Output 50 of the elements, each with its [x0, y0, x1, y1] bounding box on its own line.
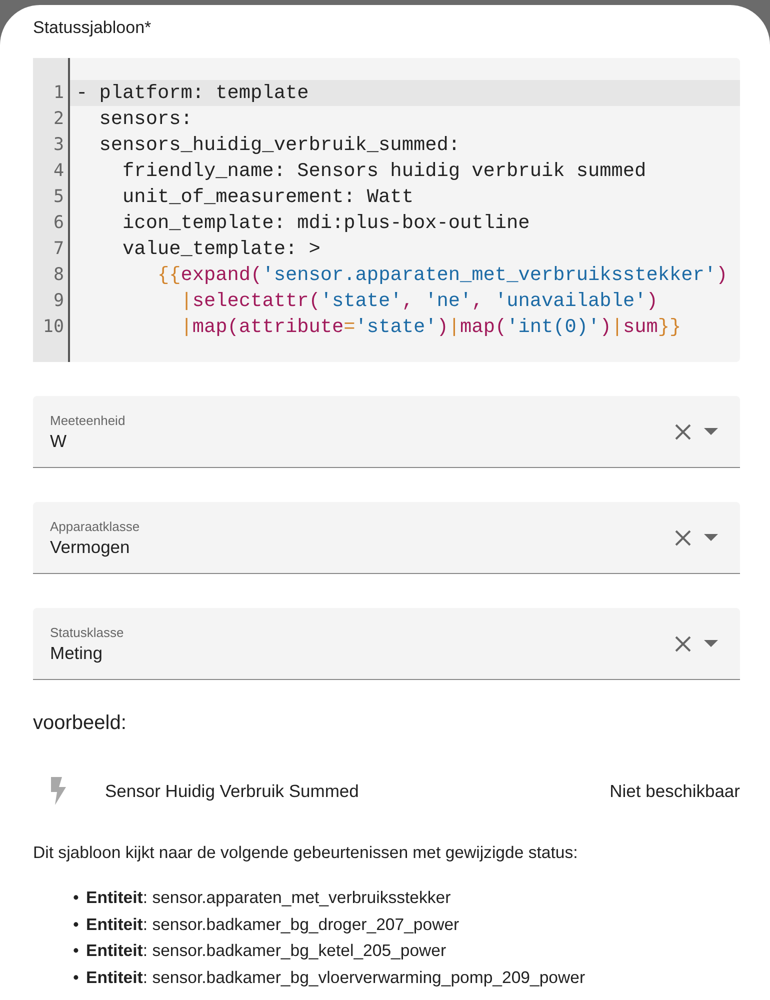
field-label: Meeteenheid	[50, 413, 126, 428]
bullet: •	[73, 940, 80, 962]
clear-icon[interactable]	[674, 634, 692, 652]
line-number: 10	[42, 316, 65, 339]
field-value: W	[50, 431, 67, 452]
field-label: Apparaatklasse	[50, 519, 140, 534]
lightning-icon	[51, 777, 67, 805]
line-number: 5	[52, 186, 65, 209]
preview-heading: voorbeeld:	[33, 712, 126, 735]
clear-icon[interactable]	[674, 528, 692, 546]
code-line: value_template: >	[122, 237, 320, 262]
select-field[interactable]: Statusklasse Meting	[33, 608, 740, 680]
field-value: Vermogen	[50, 537, 130, 558]
code-line: friendly_name: Sensors huidig verbruik summed	[122, 159, 646, 184]
bullet: •	[73, 914, 80, 936]
line-number: 1	[52, 82, 65, 105]
line-number: 2	[52, 108, 65, 131]
code-line: icon_template: mdi:plus-box-outline	[122, 211, 530, 236]
field-title: Statussjabloon*	[33, 18, 152, 38]
line-number: 8	[52, 264, 65, 287]
entity-listener: Entiteit: sensor.badkamer_bg_vloerverwarming_pomp_209_power	[86, 966, 586, 988]
line-number: 3	[52, 134, 65, 157]
caret-icon[interactable]	[704, 534, 718, 541]
bullet: •	[73, 966, 80, 988]
clear-icon[interactable]	[674, 422, 692, 440]
code-line: sensors_huidig_verbruik_summed:	[98, 133, 460, 158]
field-label: Statusklasse	[50, 625, 124, 640]
line-number: 9	[52, 290, 65, 313]
code-editor[interactable]	[33, 58, 740, 362]
code-line: {{expand('sensor.apparaten_met_verbruiksstekker')	[156, 263, 728, 288]
line-number: 4	[52, 160, 65, 183]
select-field[interactable]: Meeteenheid W	[33, 396, 740, 468]
listeners-intro: Dit sjabloon kijkt naar de volgende gebeurtenissen met gewijzigde status:	[33, 843, 578, 863]
caret-icon[interactable]	[704, 640, 718, 647]
caret-icon[interactable]	[704, 428, 718, 435]
code-line: |selectattr('state', 'ne', 'unavailable')	[180, 289, 658, 314]
bullet: •	[73, 887, 80, 909]
entity-name: Sensor Huidig Verbruik Summed	[105, 780, 360, 802]
entity-state: Niet beschikbaar	[610, 780, 740, 802]
line-number: 6	[52, 212, 65, 235]
code-line: unit_of_measurement: Watt	[122, 185, 414, 210]
select-field[interactable]: Apparaatklasse Vermogen	[33, 502, 740, 574]
code-line: - platform: template	[76, 81, 309, 106]
line-number: 7	[52, 238, 65, 261]
entity-listener: Entiteit: sensor.badkamer_bg_droger_207_power	[86, 914, 460, 936]
field-value: Meting	[50, 643, 103, 664]
code-line: sensors:	[98, 107, 192, 132]
entity-listener: Entiteit: sensor.apparaten_met_verbruiksstekker	[86, 887, 451, 909]
entity-listener: Entiteit: sensor.badkamer_bg_ketel_205_power	[86, 940, 446, 962]
code-line: |map(attribute='state')|map('int(0)')|sum}}	[180, 315, 682, 340]
